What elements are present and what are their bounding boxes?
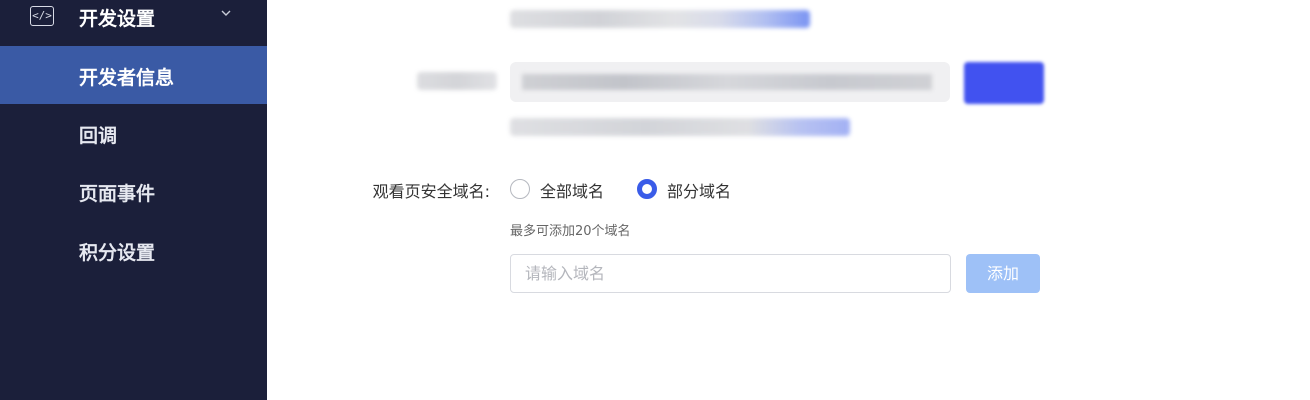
sidebar-item-label: 回调 xyxy=(79,125,118,147)
domain-input-wrapper[interactable] xyxy=(510,254,951,293)
menu-group-title: 开发设置 xyxy=(79,8,156,30)
chevron-down-icon xyxy=(221,10,231,16)
domain-limit-hint: 最多可添加20个域名 xyxy=(510,224,631,239)
radio-circle[interactable] xyxy=(637,179,657,199)
radio-circle[interactable] xyxy=(510,179,530,199)
sidebar-item-label: 开发者信息 xyxy=(79,67,175,89)
radio-label: 部分域名 xyxy=(667,182,732,201)
code-icon: </> xyxy=(30,6,54,26)
domain-setting-label: 观看页安全域名: xyxy=(372,182,490,201)
sidebar-item-label: 页面事件 xyxy=(79,183,156,205)
sidebar-item-callback[interactable]: 回调 xyxy=(0,104,267,162)
sidebar-item-label: 积分设置 xyxy=(79,242,156,264)
sidebar-item-developer-info[interactable]: 开发者信息 xyxy=(0,46,267,104)
redacted-text xyxy=(510,118,850,136)
redacted-field xyxy=(510,62,950,102)
redacted-button xyxy=(964,62,1044,104)
sidebar: </> 开发设置 开发者信息 回调 页面事件 积分设置 xyxy=(0,0,267,400)
add-domain-button[interactable]: 添加 xyxy=(966,254,1040,293)
redacted-text xyxy=(510,10,810,28)
radio-all-domains[interactable]: 全部域名 xyxy=(510,178,620,201)
menu-group-dev-settings[interactable]: </> 开发设置 xyxy=(0,0,267,36)
main-content: 观看页安全域名: 全部域名 部分域名 最多可添加20个域名 添加 xyxy=(267,0,1310,400)
radio-partial-domains[interactable]: 部分域名 xyxy=(637,178,747,201)
redacted-label xyxy=(417,72,497,90)
sidebar-item-points-settings[interactable]: 积分设置 xyxy=(0,221,267,279)
domain-input[interactable] xyxy=(511,255,950,292)
sidebar-item-page-events[interactable]: 页面事件 xyxy=(0,162,267,220)
radio-label: 全部域名 xyxy=(540,182,605,201)
